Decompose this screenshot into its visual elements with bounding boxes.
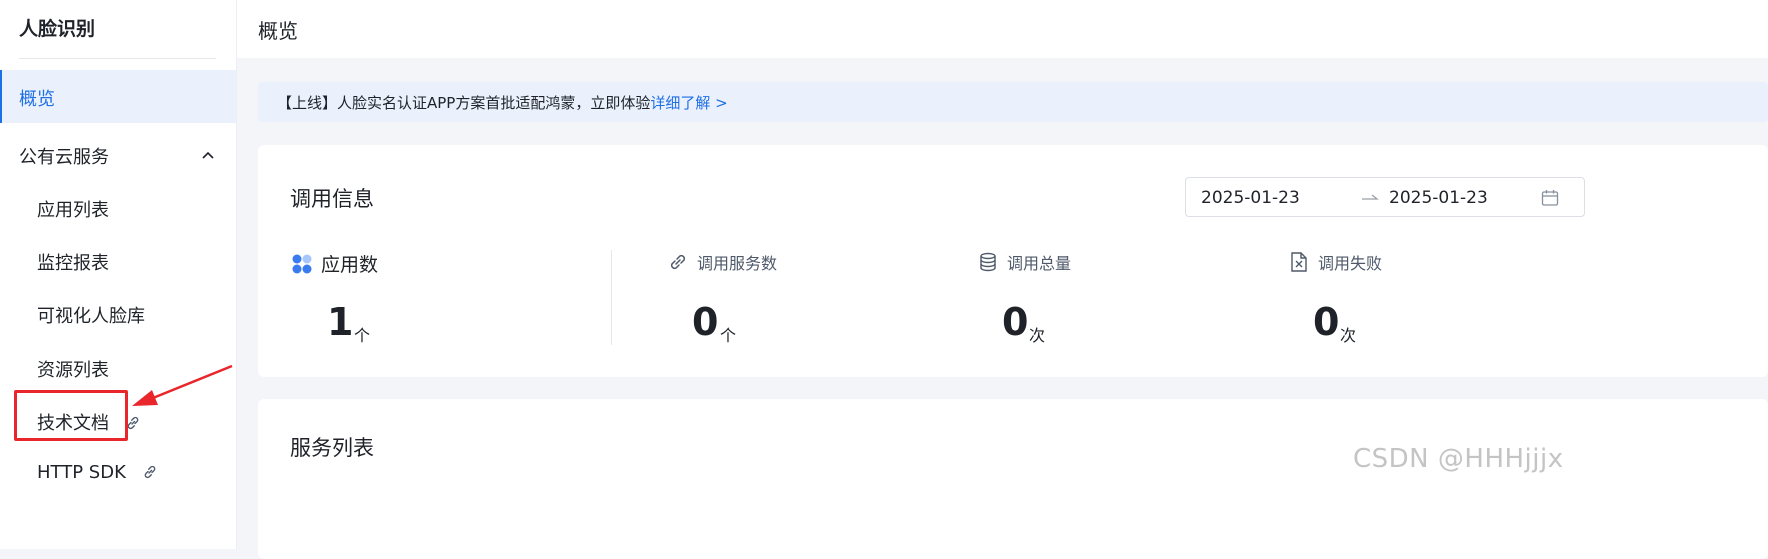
sidebar-group-public-cloud[interactable]: 公有云服务 (19, 143, 219, 171)
stat-value: 0 (692, 300, 719, 344)
sidebar-item-face-library[interactable]: 可视化人脸库 (37, 302, 145, 328)
sidebar-item-overview[interactable]: 概览 (0, 70, 236, 123)
sidebar-divider (19, 58, 216, 59)
calendar-icon (1541, 190, 1559, 206)
apps-icon (292, 254, 312, 274)
sidebar-item-label: 监控报表 (37, 253, 109, 274)
sidebar-group-label: 公有云服务 (19, 147, 109, 168)
sidebar-item-app-list[interactable]: 应用列表 (37, 196, 109, 222)
top-bar: 概览 (237, 0, 1768, 58)
chevron-up-icon (202, 151, 214, 159)
date-range-picker[interactable]: 2025-01-23 2025-01-23 (1185, 177, 1585, 217)
stat-unit: 次 (1340, 326, 1357, 345)
stat-call-failed: 调用失败 0 次 (1288, 250, 1588, 360)
sidebar-title: 人脸识别 (19, 18, 96, 40)
sidebar-item-label: HTTP SDK (37, 462, 126, 483)
sidebar-item-label: 应用列表 (37, 200, 109, 221)
stat-call-total: 调用总量 0 次 (977, 250, 1277, 360)
sidebar-item-monitor-report[interactable]: 监控报表 (37, 249, 109, 275)
stat-value: 0 (1313, 300, 1340, 344)
page-title: 概览 (258, 19, 298, 43)
stat-label: 调用服务数 (697, 254, 778, 273)
call-info-title: 调用信息 (290, 187, 374, 211)
stat-unit: 个 (720, 326, 737, 345)
stat-unit: 个 (354, 326, 371, 345)
sidebar-item-label: 可视化人脸库 (37, 306, 145, 327)
service-list-title: 服务列表 (290, 436, 374, 460)
sidebar: 人脸识别 概览 公有云服务 应用列表 监控报表 可视化人脸库 资源列表 技术文档… (0, 0, 237, 549)
notice-detail-link[interactable]: 详细了解 > (650, 94, 727, 112)
stat-app-count: 应用数 1 个 (291, 250, 591, 360)
notice-text: 【上线】人脸实名认证APP方案首批适配鸿蒙，立即体验 (277, 94, 651, 112)
stat-label: 调用总量 (1007, 254, 1072, 273)
sidebar-item-label: 概览 (19, 89, 55, 110)
file-error-icon (1291, 252, 1307, 272)
stat-divider (611, 250, 612, 345)
stat-value: 0 (1002, 300, 1029, 344)
date-start[interactable]: 2025-01-23 (1201, 188, 1300, 208)
watermark: CSDN @HHHjjjx (1353, 444, 1564, 474)
stat-label: 调用失败 (1318, 254, 1383, 273)
stat-service-count: 调用服务数 0 个 (667, 250, 967, 360)
sidebar-item-resource-list[interactable]: 资源列表 (37, 356, 109, 382)
sidebar-item-http-sdk[interactable]: HTTP SDK (37, 462, 158, 483)
call-info-card: 调用信息 2025-01-23 2025-01-23 应用数 1 个 调用服务数… (258, 145, 1768, 377)
service-list-card: 服务列表 (258, 399, 1768, 559)
sidebar-item-label: 资源列表 (37, 360, 109, 381)
annotation-arrow-icon (132, 364, 233, 406)
link-icon (144, 465, 155, 479)
stat-unit: 次 (1029, 326, 1046, 345)
date-end[interactable]: 2025-01-23 (1389, 188, 1488, 208)
notice-banner: 【上线】人脸实名认证APP方案首批适配鸿蒙，立即体验详细了解 > (258, 82, 1768, 122)
database-icon (980, 252, 996, 272)
annotation-highlight-box (14, 390, 128, 441)
link-icon (670, 254, 686, 270)
arrow-right-icon (1362, 194, 1379, 200)
stat-label: 应用数 (321, 254, 379, 276)
stat-value: 1 (327, 300, 354, 344)
